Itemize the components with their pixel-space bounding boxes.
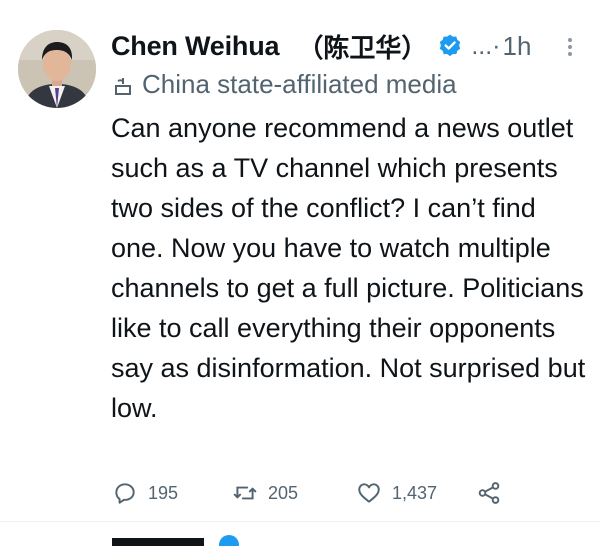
state-affiliated-label-text: China state-affiliated media xyxy=(142,68,457,99)
tweet-header: Chen Weihua （陈卫华） ...· 1h xyxy=(111,26,591,66)
tweet-actions: 195 205 1,437 xyxy=(112,478,532,508)
like-count: 1,437 xyxy=(392,482,438,503)
next-tweet-peek[interactable] xyxy=(112,532,352,546)
display-name[interactable]: Chen Weihua xyxy=(111,31,280,62)
avatar-photo xyxy=(18,30,96,108)
state-media-icon xyxy=(112,73,134,95)
reply-button[interactable]: 195 xyxy=(112,478,178,508)
next-tweet-header-fragment xyxy=(112,535,239,546)
more-options-icon[interactable] xyxy=(565,36,575,58)
state-affiliated-label[interactable]: China state-affiliated media xyxy=(112,66,457,102)
like-button[interactable]: 1,437 xyxy=(356,478,437,508)
tweet-text: Can anyone recommend a news outlet such … xyxy=(111,113,586,423)
handle[interactable]: ...· xyxy=(471,32,500,61)
reply-icon xyxy=(115,483,135,504)
verified-badge-icon xyxy=(437,33,463,59)
retweet-count: 205 xyxy=(268,482,299,503)
reply-count: 195 xyxy=(148,482,179,503)
timestamp[interactable]: 1h xyxy=(503,31,532,62)
like-icon xyxy=(358,483,380,503)
share-button[interactable] xyxy=(476,478,502,508)
retweet-button[interactable]: 205 xyxy=(232,478,298,508)
share-icon xyxy=(478,482,500,504)
tweet[interactable]: Chen Weihua （陈卫华） ...· 1h China state-af… xyxy=(0,0,600,522)
display-name-chinese[interactable]: （陈卫华） xyxy=(297,28,427,65)
retweet-icon xyxy=(233,486,257,500)
avatar[interactable] xyxy=(18,30,96,108)
